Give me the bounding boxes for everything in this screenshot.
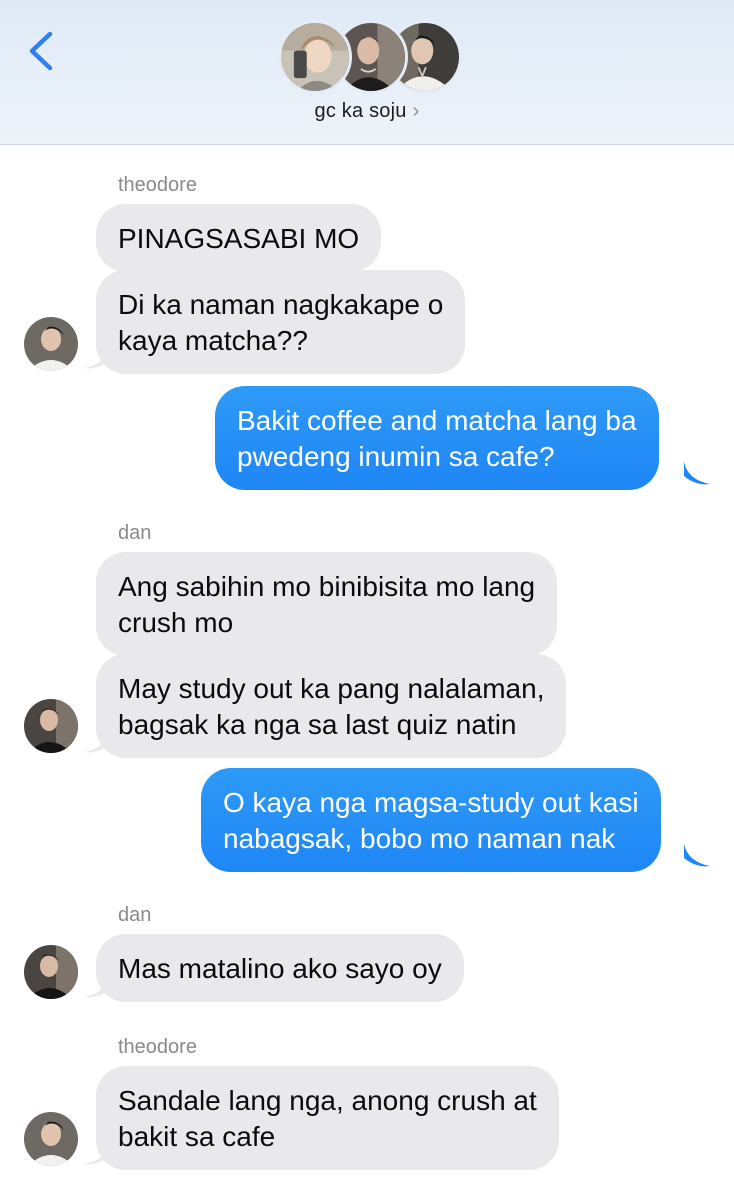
message-bubble-outgoing[interactable]: Bakit coffee and matcha lang ba pwedeng … <box>215 386 659 490</box>
back-button[interactable] <box>22 28 62 74</box>
avatar[interactable] <box>24 317 78 371</box>
message-bubble-incoming[interactable]: Di ka naman nagkakape o kaya matcha?? <box>96 270 466 374</box>
sender-name: theodore <box>118 174 197 196</box>
group-avatars[interactable] <box>278 20 462 94</box>
message-bubble-incoming[interactable]: Mas matalino ako sayo oy <box>96 934 464 1002</box>
group-name-link[interactable]: gc ka soju › <box>0 100 734 123</box>
message-bubble-incoming[interactable]: Sandale lang nga, anong crush at bakit s… <box>96 1066 559 1170</box>
message-bubble-incoming[interactable]: PINAGSASABI MO <box>96 204 382 272</box>
message-bubble-outgoing[interactable]: O kaya nga magsa-study out kasi nabagsak… <box>201 768 661 872</box>
group-name: gc ka soju <box>314 100 407 122</box>
bubble-tail <box>84 730 110 753</box>
sender-name: dan <box>118 904 152 926</box>
chevron-right-icon: › <box>412 100 420 122</box>
avatar[interactable] <box>24 945 78 999</box>
chat-header: gc ka soju › <box>0 0 734 145</box>
bubble-tail <box>684 462 710 485</box>
sender-name: dan <box>118 522 152 544</box>
bubble-tail <box>84 975 110 998</box>
chevron-left-icon <box>29 31 53 71</box>
message-bubble-incoming[interactable]: May study out ka pang nalalaman, bagsak … <box>96 654 567 758</box>
bubble-tail <box>84 1142 110 1165</box>
sender-name: theodore <box>118 1036 197 1058</box>
bubble-tail <box>84 346 110 369</box>
message-bubble-incoming[interactable]: Ang sabihin mo binibisita mo lang crush … <box>96 552 558 656</box>
bubble-tail <box>684 844 710 867</box>
group-avatar-1 <box>278 20 352 94</box>
avatar[interactable] <box>24 699 78 753</box>
avatar[interactable] <box>24 1112 78 1166</box>
